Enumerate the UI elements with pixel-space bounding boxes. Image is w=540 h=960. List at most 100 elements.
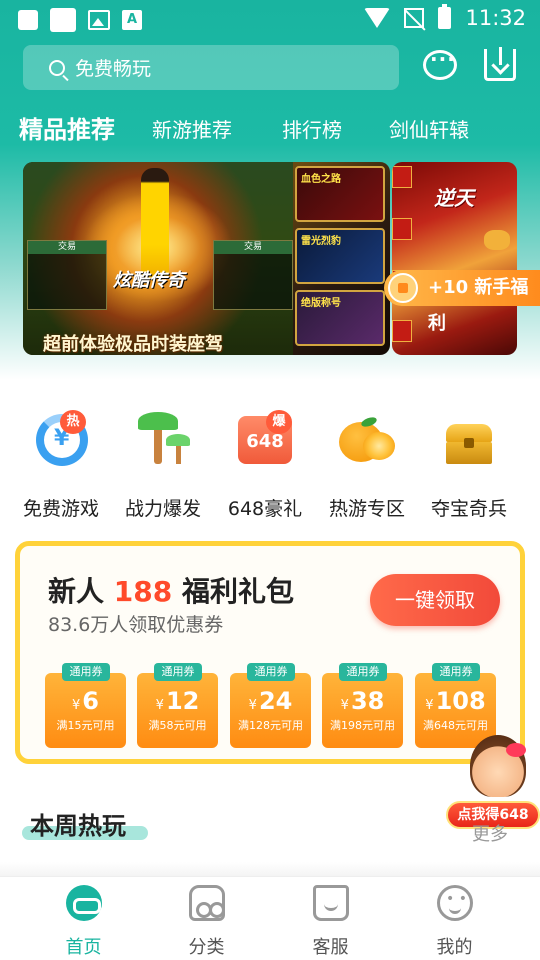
orange-icon[interactable] [339, 415, 395, 464]
yen-sign: ¥ [425, 698, 434, 713]
category-label: 夺宝奇兵 [430, 498, 507, 520]
cup-icon [313, 885, 349, 921]
hot-badge: 热 [60, 410, 86, 434]
gift-subtitle: 83.6万人领取优惠券 [48, 614, 224, 636]
category-label: 免费游戏 [22, 498, 99, 520]
notification-icons: A [18, 8, 142, 32]
banner-side[interactable]: 逆天 [392, 162, 517, 355]
coupon-tag: 通用券 [247, 663, 295, 681]
banner-tag [392, 218, 412, 240]
coupon-body: ¥6 满15元可用 [45, 673, 126, 748]
more-link[interactable]: 更多 [472, 820, 508, 846]
gift-coin-icon [388, 273, 418, 303]
nav-home[interactable]: 首页 [16, 877, 151, 960]
coupon-condition: 满648元可用 [423, 719, 488, 732]
banner-tag [392, 166, 412, 188]
smile-face-icon [437, 885, 473, 921]
banner-tag [392, 320, 412, 342]
coupon-amount: 6 [82, 687, 99, 715]
banner-card-title: 血色之路 [301, 174, 341, 185]
category-label: 热游专区 [328, 498, 405, 520]
yen-sign: ¥ [248, 698, 257, 713]
search-icon [49, 59, 65, 76]
search-placeholder: 免费畅玩 [75, 58, 152, 80]
tab-ranking[interactable]: 排行榜 [282, 114, 342, 143]
floating-promo-648[interactable]: 点我得648 [446, 735, 540, 833]
tab-new-games[interactable]: 新游推荐 [152, 114, 232, 143]
download-icon[interactable] [484, 47, 516, 81]
status-time: 11:32 [465, 6, 526, 30]
nav-label: 我的 [436, 937, 473, 958]
new-user-gift-card: 新人 188 福利礼包 83.6万人领取优惠券 一键领取 ¥6 满15元可用 通… [15, 541, 525, 764]
banner-card: 血色之路 [295, 166, 385, 222]
banner-art: 交易 交易 炫酷传奇 [23, 162, 293, 355]
nav-service[interactable]: 客服 [263, 877, 398, 960]
nav-label: 分类 [188, 937, 225, 958]
list-peek [0, 862, 540, 876]
coupon-body: ¥24 满128元可用 [230, 673, 311, 748]
battery-icon [438, 4, 452, 29]
home-icon [66, 885, 102, 921]
section-title-weekly-hot: 本周热玩 [30, 812, 126, 840]
banner-card: 雷光烈豹 [295, 228, 385, 284]
yen-sign: ¥ [155, 698, 164, 713]
palm-trunk [154, 426, 162, 464]
banner-side-text: 逆天 [434, 186, 474, 210]
coupon-amount: 38 [350, 687, 385, 715]
tab-featured[interactable]: 精品推荐 [19, 110, 115, 145]
coupon-condition: 满128元可用 [238, 719, 303, 732]
banner-main[interactable]: 交易 交易 炫酷传奇 血色之路 雷光烈豹 绝版称号 超前体验极品时装座驾 [23, 162, 390, 355]
top-tabs: 精品推荐 新游推荐 排行榜 剑仙轩辕 [0, 108, 540, 148]
notification-image-icon [88, 10, 110, 30]
banner-caption: 超前体验极品时装座驾 [43, 334, 223, 355]
yen-sign: ¥ [72, 698, 81, 713]
banner-character [141, 168, 169, 278]
claim-all-button[interactable]: 一键领取 [370, 574, 500, 626]
coupon-amount: 24 [258, 687, 293, 715]
coupon-condition: 满58元可用 [148, 719, 207, 732]
coupon[interactable]: ¥12 满58元可用 通用券 [137, 663, 218, 748]
banner-card-title: 绝版称号 [301, 298, 341, 309]
banner-trade-panel-right: 交易 [213, 240, 293, 310]
status-bar: A 11:32 [0, 0, 540, 36]
coupon-tag: 通用券 [154, 663, 202, 681]
orange-half [363, 432, 395, 460]
nav-category[interactable]: 分类 [139, 877, 274, 960]
banner-card: 绝版称号 [295, 290, 385, 346]
search-input[interactable]: 免费畅玩 [23, 45, 399, 90]
coin-icon [484, 230, 510, 250]
nav-mine[interactable]: 我的 [387, 877, 522, 960]
wifi-icon [364, 8, 391, 28]
explode-badge: 爆 [266, 410, 292, 434]
coupon[interactable]: ¥24 满128元可用 通用券 [230, 663, 311, 748]
coupon-condition: 满15元可用 [56, 719, 115, 732]
coupon-body: ¥12 满58元可用 [137, 673, 218, 748]
notification-card-icon [50, 8, 76, 32]
coupon[interactable]: ¥38 满198元可用 通用券 [322, 663, 403, 748]
message-icon[interactable] [423, 47, 457, 80]
promo-flower-icon [506, 743, 526, 757]
tab-jianxian[interactable]: 剑仙轩辕 [389, 114, 469, 143]
banner-trade-panel-left: 交易 [27, 240, 107, 310]
palm-leaves [138, 412, 178, 430]
category-label: 战力爆发 [124, 498, 201, 520]
nav-label: 首页 [65, 937, 102, 958]
palm-leaves-small [166, 434, 190, 446]
gift-title-suffix: 福利礼包 [172, 575, 294, 608]
panel-header: 交易 [214, 241, 292, 254]
coupon[interactable]: ¥6 满15元可用 通用券 [45, 663, 126, 748]
coupon-body: ¥38 满198元可用 [322, 673, 403, 748]
gift-title: 新人 188 福利礼包 [48, 570, 294, 610]
notification-square-icon [18, 10, 38, 30]
banner-cards: 血色之路 雷光烈豹 绝版称号 [295, 166, 387, 351]
coupon-amount: 12 [165, 687, 200, 715]
gift-title-prefix: 新人 [48, 575, 114, 608]
banner-logo: 炫酷传奇 [113, 270, 185, 291]
panel-header: 交易 [28, 241, 106, 254]
treasure-chest-icon[interactable] [446, 424, 492, 464]
category-label: 648豪礼 [227, 498, 303, 520]
nav-label: 客服 [312, 937, 349, 958]
palm-tree-icon[interactable] [138, 412, 190, 466]
chest-lock [464, 438, 474, 448]
gift-title-number: 188 [113, 575, 173, 608]
